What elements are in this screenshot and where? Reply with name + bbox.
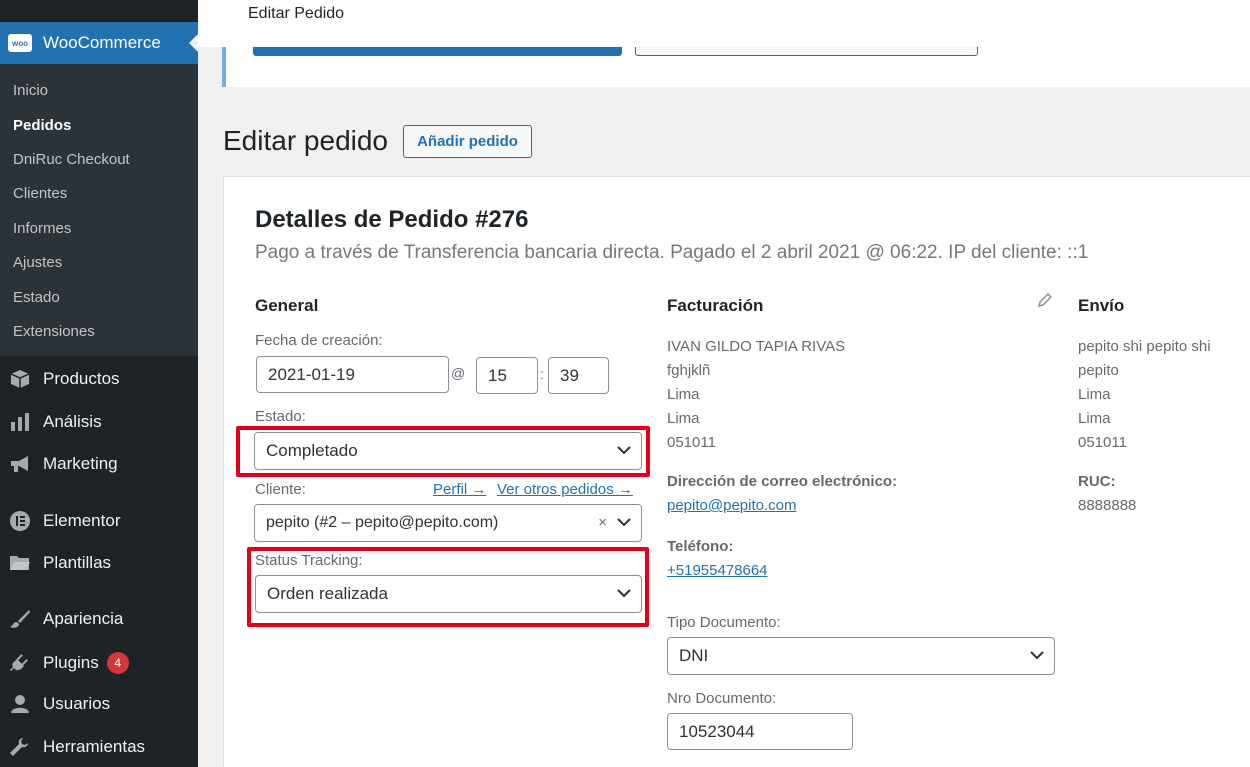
address-line: Lima (1078, 386, 1111, 403)
elementor-icon (8, 510, 32, 532)
admin-sidebar: woo WooCommerce Inicio Pedidos DniRuc Ch… (0, 0, 198, 767)
archive-icon (8, 368, 32, 390)
sidebar-item-label: Análisis (43, 412, 102, 431)
sidebar-item-elementor[interactable]: Elementor (0, 503, 198, 539)
customer-profile-link[interactable]: Perfil → (433, 481, 486, 498)
general-heading: General (255, 296, 319, 315)
header-title: Editar Pedido (248, 5, 345, 22)
order-title: Detalles de Pedido #276 (255, 206, 529, 233)
add-order-button[interactable]: Añadir pedido (403, 125, 532, 158)
sidebar-item-label: Plugins (43, 653, 99, 672)
sidebar-item-herramientas[interactable]: Herramientas (0, 729, 198, 765)
sidebar-item-plantillas[interactable]: Plantillas (0, 545, 198, 581)
megaphone-icon (8, 453, 32, 475)
shipping-heading: Envío (1078, 296, 1125, 315)
sidebar-item-label: Apariencia (43, 609, 124, 628)
selected-value: pepito (#2 – pepito@pepito.com) (266, 514, 499, 531)
selected-value: Completado (266, 441, 358, 460)
address-line: 051011 (1078, 434, 1127, 451)
sidebar-item-marketing[interactable]: Marketing (0, 446, 198, 482)
date-created-label: Fecha de creación: (255, 332, 383, 349)
page-title: Editar pedido (223, 125, 389, 156)
address-line: fghjklñ (667, 362, 711, 379)
customer-label: Cliente: (255, 481, 306, 498)
chevron-down-icon (617, 589, 631, 598)
sidebar-item-label: Marketing (43, 454, 118, 473)
sidebar-item-woocommerce[interactable]: woo WooCommerce (0, 22, 198, 64)
email-label: Dirección de correo electrónico: (667, 473, 898, 490)
submenu-item-pedidos[interactable]: Pedidos (13, 117, 71, 134)
document-type-label: Tipo Documento: (667, 614, 781, 631)
phone-label: Teléfono: (667, 538, 734, 555)
customer-select[interactable]: pepito (#2 – pepito@pepito.com) × (254, 504, 642, 542)
address-line: pepito (1078, 362, 1119, 379)
sidebar-item-plugins[interactable]: Plugins 4 (0, 645, 198, 681)
chevron-down-icon (617, 446, 631, 455)
plug-icon (8, 652, 32, 674)
document-number-label: Nro Documento: (667, 690, 777, 707)
minute-input[interactable]: 39 (548, 357, 609, 394)
user-icon (8, 693, 32, 715)
submenu-item-clientes[interactable]: Clientes (13, 185, 67, 202)
submenu-item-inicio[interactable]: Inicio (13, 82, 48, 99)
ruc-value: 8888888 (1078, 497, 1137, 514)
billing-heading: Facturación (667, 296, 764, 315)
sidebar-item-label: WooCommerce (43, 33, 161, 52)
sidebar-item-usuarios[interactable]: Usuarios (0, 686, 198, 722)
edit-pencil-icon[interactable] (1038, 293, 1052, 307)
chevron-down-icon (1030, 651, 1044, 660)
at-separator: @ (451, 365, 466, 381)
clear-selection-icon[interactable]: × (598, 514, 607, 531)
submenu-item-dniruc-checkout[interactable]: DniRuc Checkout (13, 151, 130, 168)
sidebar-item-label: Usuarios (43, 694, 111, 713)
sidebar-item-label: Plantillas (43, 553, 112, 572)
notice-panel (222, 47, 1250, 87)
submenu-item-informes[interactable]: Informes (13, 220, 71, 237)
chevron-down-icon (617, 518, 631, 527)
submenu-item-extensiones[interactable]: Extensiones (13, 323, 95, 340)
address-line: Lima (1078, 410, 1111, 427)
status-tracking-select[interactable]: Orden realizada (255, 575, 642, 613)
shipping-address: pepito shi pepito shi pepito Lima Lima 0… (1078, 335, 1211, 455)
date-created-input[interactable]: 2021-01-19 (256, 356, 449, 393)
hour-input[interactable]: 15 (476, 357, 538, 394)
order-status-select[interactable]: Completado (254, 432, 642, 470)
current-menu-arrow (189, 34, 198, 52)
time-separator: : (540, 366, 544, 382)
address-line: pepito shi pepito shi (1078, 338, 1211, 355)
top-header-bar: Editar Pedido (198, 0, 1250, 47)
submenu-item-ajustes[interactable]: Ajustes (13, 254, 62, 271)
wrench-icon (8, 736, 32, 758)
secondary-action-button[interactable] (635, 47, 978, 56)
sidebar-item-label: Productos (43, 369, 120, 388)
woocommerce-submenu: Inicio Pedidos DniRuc Checkout Clientes … (0, 64, 198, 356)
bar-chart-icon (8, 411, 32, 433)
sidebar-item-apariencia[interactable]: Apariencia (0, 601, 198, 637)
order-payment-meta: Pago a través de Transferencia bancaria … (255, 242, 1089, 263)
primary-action-button[interactable] (253, 47, 622, 56)
submenu-item-estado[interactable]: Estado (13, 289, 60, 306)
billing-email-link[interactable]: pepito@pepito.com (667, 497, 796, 514)
brush-icon (8, 608, 32, 630)
ruc-label: RUC: (1078, 473, 1116, 490)
billing-phone-link[interactable]: +51955478664 (667, 562, 768, 579)
selected-value: Orden realizada (267, 584, 388, 603)
document-type-select[interactable]: DNI (667, 637, 1055, 675)
sidebar-item-productos[interactable]: Productos (0, 361, 198, 397)
view-other-orders-link[interactable]: Ver otros pedidos → (497, 481, 633, 498)
sidebar-item-label: Elementor (43, 511, 121, 530)
address-line: Lima (667, 386, 700, 403)
selected-value: DNI (679, 646, 709, 665)
folder-icon (8, 552, 32, 574)
woocommerce-logo-icon: woo (8, 34, 32, 52)
sidebar-item-analisis[interactable]: Análisis (0, 404, 198, 440)
document-number-input[interactable]: 10523044 (667, 713, 853, 750)
update-count-badge: 4 (106, 652, 129, 674)
address-line: IVAN GILDO TAPIA RIVAS (667, 338, 846, 355)
address-line: 051011 (667, 434, 716, 451)
address-line: Lima (667, 410, 700, 427)
sidebar-item-label: Herramientas (43, 737, 146, 756)
status-label: Estado: (255, 408, 306, 425)
billing-address: IVAN GILDO TAPIA RIVAS fghjklñ Lima Lima… (667, 335, 845, 455)
